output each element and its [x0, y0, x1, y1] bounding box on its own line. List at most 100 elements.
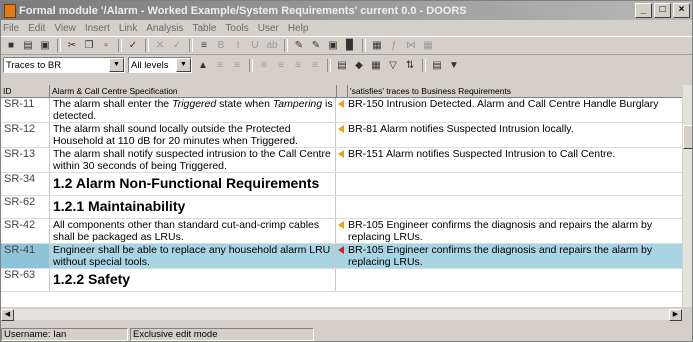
- format-icon[interactable]: ƒ: [386, 39, 402, 53]
- menu-tools[interactable]: Tools: [225, 23, 248, 34]
- unlink-icon[interactable]: ✎: [308, 39, 324, 53]
- delete-icon[interactable]: ✕: [152, 39, 168, 53]
- sort-icon[interactable]: ⇅: [402, 58, 418, 72]
- promote-icon[interactable]: ≡: [229, 58, 245, 72]
- demote-icon[interactable]: ≡: [212, 58, 228, 72]
- properties-icon[interactable]: ▣: [37, 39, 53, 53]
- section-heading[interactable]: 1.2 Alarm Non-Functional Requirements: [50, 173, 336, 195]
- vertical-scrollbar[interactable]: [683, 85, 692, 307]
- justify-icon[interactable]: ≡: [307, 58, 323, 72]
- trace-link[interactable]: BR-105 Engineer confirms the diagnosis a…: [346, 244, 682, 268]
- section-heading[interactable]: 1.2.2 Safety: [50, 269, 336, 291]
- horizontal-scrollbar[interactable]: ◀ ▶: [1, 308, 682, 321]
- requirement-text[interactable]: Engineer shall be able to replace any ho…: [50, 244, 336, 268]
- requirement-text[interactable]: The alarm shall sound locally outside th…: [50, 123, 336, 147]
- tree-icon[interactable]: ◆: [351, 58, 367, 72]
- minimize-button[interactable]: _: [635, 3, 652, 18]
- requirement-text[interactable]: The alarm shall notify suspected intrusi…: [50, 148, 336, 172]
- paste-icon[interactable]: ▫: [98, 39, 114, 53]
- copy-icon[interactable]: ❐: [81, 39, 97, 53]
- heading-row[interactable]: SR-34 1.2 Alarm Non-Functional Requiremen…: [1, 173, 682, 196]
- spellcheck-icon[interactable]: ✓: [125, 39, 141, 53]
- merge-icon[interactable]: ⋈: [403, 39, 419, 53]
- grid-icon[interactable]: ▦: [420, 39, 436, 53]
- trace-link[interactable]: BR-150 Intrusion Detected. Alarm and Cal…: [346, 98, 682, 122]
- requirement-text[interactable]: The alarm shall enter the Triggered stat…: [50, 98, 336, 122]
- chart-icon[interactable]: ▉: [342, 39, 358, 53]
- insert-object-icon[interactable]: ▲: [195, 58, 211, 72]
- chevron-down-icon[interactable]: ▼: [176, 58, 191, 72]
- trace-link[interactable]: BR-151 Alarm notifies Suspected Intrusio…: [346, 148, 682, 172]
- print-icon[interactable]: ▤: [20, 39, 36, 53]
- strikethrough-icon[interactable]: ab: [264, 39, 280, 53]
- bullets-icon[interactable]: ≡: [196, 39, 212, 53]
- maximize-button[interactable]: □: [654, 3, 671, 18]
- requirement-row[interactable]: SR-42 All components other than standard …: [1, 219, 682, 244]
- table-view-icon[interactable]: ▦: [368, 58, 384, 72]
- align-center-icon[interactable]: ≡: [273, 58, 289, 72]
- menu-user[interactable]: User: [258, 23, 279, 34]
- menu-insert[interactable]: Insert: [85, 23, 110, 34]
- align-left-icon[interactable]: ≡: [256, 58, 272, 72]
- requirement-id: SR-62: [1, 196, 50, 218]
- save-icon[interactable]: ■: [3, 39, 19, 53]
- requirement-row[interactable]: SR-11 The alarm shall enter the Triggered…: [1, 98, 682, 123]
- requirement-row[interactable]: SR-13 The alarm shall notify suspected in…: [1, 148, 682, 173]
- view-select-value: Traces to BR: [6, 59, 62, 71]
- link-arrow-icon[interactable]: [338, 100, 344, 108]
- column-header-id[interactable]: ID: [1, 85, 50, 97]
- column-header-spec[interactable]: Alarm & Call Centre Specification: [50, 85, 337, 97]
- section-heading[interactable]: 1.2.1 Maintainability: [50, 196, 336, 218]
- check-icon[interactable]: ✓: [169, 39, 185, 53]
- link-arrow-icon[interactable]: [338, 246, 344, 254]
- trace-link[interactable]: BR-81 Alarm notifies Suspected Intrusion…: [346, 123, 682, 147]
- requirement-text[interactable]: All components other than standard cut-a…: [50, 219, 336, 243]
- underline-icon[interactable]: U: [247, 39, 263, 53]
- menu-file[interactable]: File: [3, 23, 19, 34]
- view-select[interactable]: Traces to BR ▼: [3, 57, 125, 73]
- column-header-trace[interactable]: 'satisfies' traces to Business Requireme…: [348, 85, 682, 97]
- status-edit-mode: Exclusive edit mode: [130, 328, 314, 341]
- table-icon[interactable]: ▦: [369, 39, 385, 53]
- column-headers: ID Alarm & Call Centre Specification 'sa…: [1, 85, 682, 98]
- scroll-right-icon[interactable]: ▶: [669, 308, 682, 321]
- scrollbar-thumb[interactable]: [683, 125, 692, 149]
- level-select[interactable]: All levels ▼: [128, 57, 192, 73]
- close-button[interactable]: ×: [673, 3, 690, 18]
- menu-link[interactable]: Link: [119, 23, 137, 34]
- outline-icon[interactable]: ▤: [334, 58, 350, 72]
- filter-icon[interactable]: ▽: [385, 58, 401, 72]
- trace-link[interactable]: BR-105 Engineer confirms the diagnosis a…: [346, 219, 682, 243]
- menu-table[interactable]: Table: [192, 23, 216, 34]
- requirement-row[interactable]: SR-12 The alarm shall sound locally outsi…: [1, 123, 682, 148]
- requirement-id: SR-34: [1, 173, 50, 195]
- heading-row[interactable]: SR-63 1.2.2 Safety: [1, 269, 682, 292]
- module-icon[interactable]: ▣: [325, 39, 341, 53]
- requirement-row[interactable]: SR-41 Engineer shall be able to replace a…: [1, 244, 682, 269]
- scroll-left-icon[interactable]: ◀: [1, 308, 14, 321]
- link-arrow-icon[interactable]: [338, 221, 344, 229]
- chevron-down-icon[interactable]: ▼: [109, 58, 124, 72]
- align-right-icon[interactable]: ≡: [290, 58, 306, 72]
- columns-icon[interactable]: ▤: [429, 58, 445, 72]
- menu-help[interactable]: Help: [288, 23, 309, 34]
- link-icon[interactable]: ✎: [291, 39, 307, 53]
- menu-edit[interactable]: Edit: [28, 23, 45, 34]
- menu-analysis[interactable]: Analysis: [146, 23, 183, 34]
- link-marker: [336, 219, 346, 243]
- menu-view[interactable]: View: [54, 23, 76, 34]
- cut-icon[interactable]: ✂: [64, 39, 80, 53]
- trace-link: [346, 196, 682, 218]
- link-arrow-icon[interactable]: [338, 150, 344, 158]
- link-arrow-icon[interactable]: [338, 125, 344, 133]
- bold-icon[interactable]: B: [213, 39, 229, 53]
- link-marker: [336, 196, 346, 218]
- grid-rows: SR-11 The alarm shall enter the Triggered…: [1, 98, 682, 292]
- link-marker: [336, 98, 346, 122]
- column-header-mark: [337, 85, 348, 97]
- heading-row[interactable]: SR-62 1.2.1 Maintainability: [1, 196, 682, 219]
- italic-icon[interactable]: I: [230, 39, 246, 53]
- view-icon[interactable]: ▼: [446, 58, 462, 72]
- requirement-id: SR-63: [1, 269, 50, 291]
- window-title: Formal module '/Alarm - Worked Example/S…: [19, 4, 467, 17]
